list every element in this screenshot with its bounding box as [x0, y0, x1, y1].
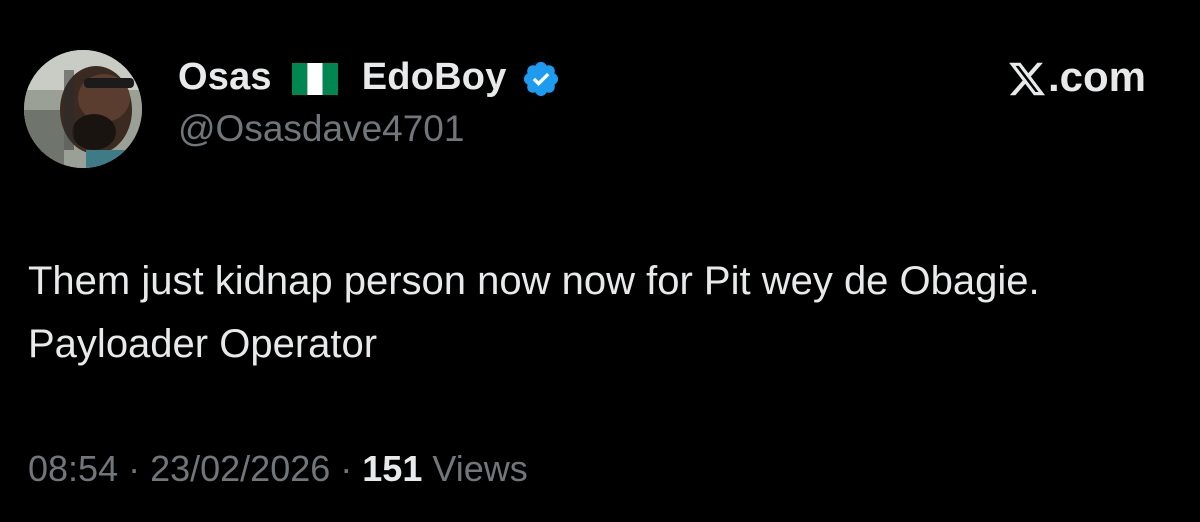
- meta-separator: ·: [330, 448, 363, 489]
- avatar-photo-icon: [24, 50, 142, 168]
- views-count[interactable]: 151: [362, 448, 422, 490]
- author-handle[interactable]: @Osasdave4701: [178, 108, 464, 150]
- tweet-meta: 08:54 · 23/02/2026 · 151 Views: [28, 448, 528, 490]
- nigeria-flag-icon: [291, 63, 338, 95]
- author-name-row[interactable]: Osas EdoBoy: [178, 50, 561, 104]
- tweet-date[interactable]: 23/02/2026: [150, 448, 330, 490]
- tweet-card: Osas EdoBoy @Osasdave4701 .com Them just…: [0, 0, 1200, 522]
- avatar[interactable]: [24, 50, 142, 168]
- x-logo-icon: [1006, 57, 1048, 97]
- meta-separator: ·: [118, 448, 151, 489]
- views-label: Views: [422, 448, 528, 489]
- brand-logo: .com: [1006, 50, 1146, 104]
- tweet-time[interactable]: 08:54: [28, 448, 118, 490]
- brand-domain-label: .com: [1047, 53, 1146, 100]
- author-name-first[interactable]: Osas: [178, 56, 272, 99]
- tweet-text: Them just kidnap person now now for Pit …: [28, 259, 1040, 366]
- author-name-second[interactable]: EdoBoy: [362, 56, 507, 99]
- verified-badge-icon[interactable]: [521, 59, 561, 99]
